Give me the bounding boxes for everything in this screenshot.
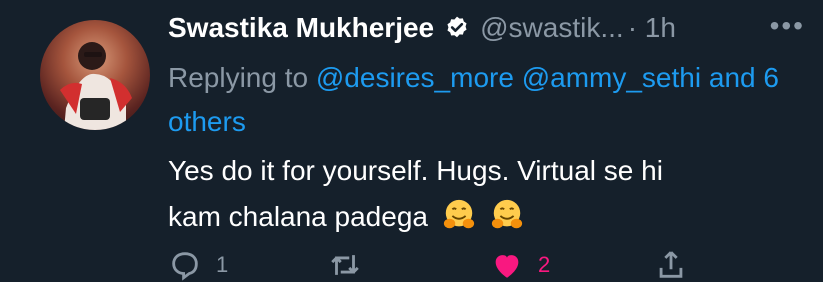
mention-link[interactable]: @desires_more [316, 62, 514, 93]
hugging-face-emoji-icon [443, 199, 474, 229]
avatar[interactable] [40, 20, 150, 130]
reply-icon [172, 252, 198, 281]
replying-to: Replying to @desires_more @ammy_sethi an… [168, 56, 798, 144]
mention-link[interactable]: @ammy_sethi [522, 62, 701, 93]
like-count: 2 [538, 252, 551, 277]
verified-badge-icon [447, 16, 467, 38]
tweet-text-line: Yes do it for yourself. Hugs. Virtual se… [168, 155, 663, 186]
tweet-text-line: kam chalana padega [168, 201, 428, 232]
share-icon [659, 251, 683, 278]
author-handle[interactable]: @swastik... [480, 12, 624, 44]
share-button[interactable] [654, 248, 688, 282]
heart-icon [495, 255, 519, 278]
replying-to-label: Replying to [168, 62, 309, 93]
reply-count: 1 [216, 252, 229, 277]
reply-button[interactable]: 1 [168, 248, 228, 282]
like-button[interactable]: 2 [490, 248, 550, 282]
tweet-text: Yes do it for yourself. Hugs. Virtual se… [168, 148, 798, 240]
retweet-icon [331, 255, 359, 275]
author-name[interactable]: Swastika Mukherjee [168, 12, 434, 44]
hugging-face-emoji-icon [491, 199, 522, 229]
tweet-time[interactable]: · 1h [628, 12, 676, 44]
tweet-header: Swastika Mukherjee @swastik... · 1h [168, 8, 676, 48]
avatar-photo [60, 42, 132, 130]
retweet-button[interactable] [328, 248, 376, 282]
more-options-icon[interactable]: ••• [770, 10, 805, 42]
tweet-text-line-2: kam chalana padega [168, 194, 798, 240]
